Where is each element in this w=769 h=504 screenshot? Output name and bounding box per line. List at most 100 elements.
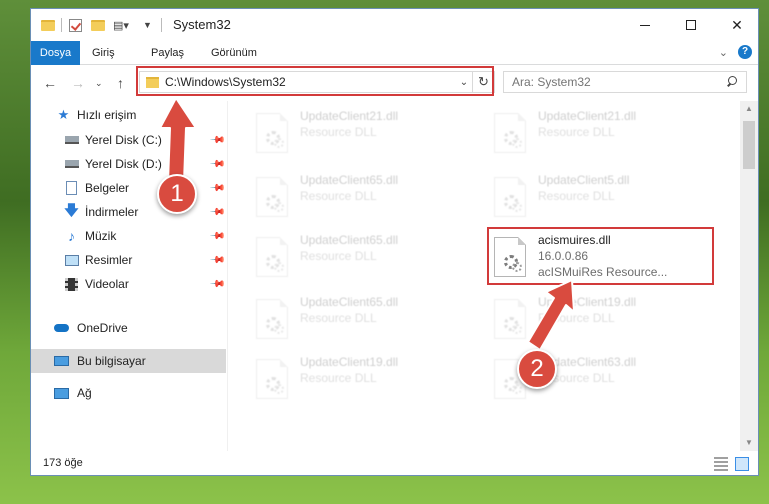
file-item[interactable]: UpdateClient65.dll Resource DLL [252, 295, 472, 347]
minimize-button[interactable] [622, 9, 668, 41]
dll-file-icon [494, 113, 526, 153]
pin-icon[interactable]: 📌 [209, 276, 226, 293]
pin-icon[interactable]: 📌 [209, 228, 226, 245]
tab-share[interactable]: Paylaş [151, 41, 184, 65]
vertical-scrollbar[interactable]: ▲ ▼ [740, 101, 758, 451]
back-arrow-icon[interactable]: ← [43, 75, 57, 91]
ribbon: Dosya Giriş Paylaş Görünüm ⌄ ? [31, 41, 758, 65]
title-bar: ▤▾ ▼ System32 ✕ [31, 9, 758, 41]
star-icon: ★ [57, 107, 70, 122]
cloud-icon [54, 321, 69, 335]
maximize-button[interactable] [668, 9, 714, 41]
scroll-down-icon[interactable]: ▼ [740, 435, 758, 451]
search-box[interactable] [503, 71, 747, 93]
sidebar-item-this-pc[interactable]: Bu bilgisayar [31, 349, 226, 373]
file-description: Resource DLL [300, 125, 377, 139]
details-view-icon[interactable] [714, 457, 728, 471]
customize-toolbar-icon[interactable]: ▤▾ [113, 17, 129, 33]
tab-view[interactable]: Görünüm [211, 41, 257, 65]
file-description: Resource DLL [300, 189, 377, 203]
sidebar-item-local-disk-c[interactable]: Yerel Disk (C:) 📌 [31, 128, 226, 152]
sidebar-item-local-disk-d[interactable]: Yerel Disk (D:) 📌 [31, 152, 226, 176]
sidebar-item-label: Hızlı erişim [77, 108, 137, 122]
file-description: Resource DLL [538, 125, 615, 139]
sidebar-item-label: Videolar [85, 277, 129, 291]
file-name: UpdateClient21.dll [538, 109, 637, 123]
window-title: System32 [173, 17, 231, 32]
expand-ribbon-icon[interactable]: ⌄ [719, 46, 728, 59]
download-icon: 🡇 [64, 202, 79, 218]
sidebar-item-pictures[interactable]: Resimler 📌 [31, 248, 226, 272]
file-description: Resource DLL [538, 311, 615, 325]
file-name: UpdateClient65.dll [300, 233, 399, 247]
file-item[interactable]: UpdateClient21.dll Resource DLL [252, 109, 472, 161]
step-badge-2: 2 [517, 349, 557, 389]
pin-icon[interactable]: 📌 [209, 132, 226, 149]
dll-file-icon [256, 299, 288, 339]
file-name: UpdateClient65.dll [300, 173, 399, 187]
status-bar: 173 öğe [31, 451, 758, 475]
item-count: 173 öğe [43, 457, 83, 469]
recent-chevron-icon[interactable]: ⌄ [95, 78, 103, 89]
pin-icon[interactable]: 📌 [209, 180, 226, 197]
file-description: Resource DLL [300, 311, 377, 325]
document-icon [64, 181, 79, 195]
new-folder-icon[interactable] [91, 17, 105, 33]
dll-file-icon [256, 113, 288, 153]
sidebar-item-label: Ağ [77, 386, 92, 400]
file-item[interactable]: UpdateClient21.dll Resource DLL [490, 109, 710, 161]
pin-icon[interactable]: 📌 [209, 252, 226, 269]
file-item[interactable]: UpdateClient65.dll Resource DLL [252, 173, 472, 225]
file-description: Resource DLL [300, 371, 377, 385]
maximize-icon [686, 20, 696, 30]
network-icon [54, 386, 69, 400]
sidebar-item-label: OneDrive [77, 321, 128, 335]
forward-arrow-icon[interactable]: → [71, 75, 85, 91]
large-icons-view-icon[interactable] [735, 457, 749, 471]
file-item[interactable]: UpdateClient19.dll Resource DLL [490, 295, 710, 347]
scroll-up-icon[interactable]: ▲ [740, 101, 758, 117]
sidebar-item-label: Bu bilgisayar [77, 354, 146, 368]
tab-home[interactable]: Giriş [92, 41, 115, 65]
search-icon[interactable] [726, 76, 738, 88]
step-badge-1: 1 [157, 174, 197, 214]
file-item[interactable]: UpdateClient5.dll Resource DLL [490, 173, 710, 225]
close-button[interactable]: ✕ [714, 9, 758, 41]
navigation-pane: ★ Hızlı erişim Yerel Disk (C:) 📌 Yerel D… [31, 101, 226, 451]
file-name: UpdateClient19.dll [300, 355, 399, 369]
file-item[interactable]: UpdateClient65.dll Resource DLL [252, 233, 472, 285]
music-icon: ♪ [68, 228, 75, 244]
pin-icon[interactable]: 📌 [209, 156, 226, 173]
address-bar-highlight [136, 66, 494, 96]
file-item[interactable]: UpdateClient19.dll Resource DLL [252, 355, 472, 407]
close-icon: ✕ [731, 16, 743, 33]
dll-file-icon [494, 177, 526, 217]
file-highlight [487, 227, 714, 285]
computer-icon [54, 354, 69, 368]
search-input[interactable] [512, 75, 712, 89]
sidebar-item-downloads[interactable]: 🡇 İndirmeler 📌 [31, 200, 226, 224]
sidebar-item-label: Müzik [85, 229, 117, 243]
sidebar-item-quick-access[interactable]: ★ Hızlı erişim [31, 103, 226, 127]
pin-icon[interactable]: 📌 [209, 204, 226, 221]
file-name: UpdateClient21.dll [300, 109, 399, 123]
file-name: UpdateClient19.dll [538, 295, 637, 309]
dll-file-icon [494, 299, 526, 339]
sidebar-item-network[interactable]: Ağ [31, 381, 226, 405]
tab-file[interactable]: Dosya [31, 41, 80, 65]
sidebar-item-videos[interactable]: Videolar 📌 [31, 272, 226, 296]
sidebar-item-music[interactable]: ♪ Müzik 📌 [31, 224, 226, 248]
ribbon-right-controls: ⌄ ? [719, 45, 752, 59]
properties-icon[interactable] [69, 17, 82, 33]
up-arrow-icon[interactable]: ↑ [117, 75, 124, 91]
sidebar-item-onedrive[interactable]: OneDrive [31, 316, 226, 340]
help-icon[interactable]: ? [738, 45, 752, 59]
file-name: UpdateClient5.dll [538, 173, 630, 187]
file-description: Resource DLL [300, 249, 377, 263]
pictures-icon [64, 253, 79, 267]
drive-icon [64, 157, 79, 171]
scroll-thumb[interactable] [743, 121, 755, 169]
chevron-down-icon[interactable]: ▼ [143, 17, 152, 33]
separator [161, 17, 162, 33]
minimize-icon [640, 24, 650, 26]
